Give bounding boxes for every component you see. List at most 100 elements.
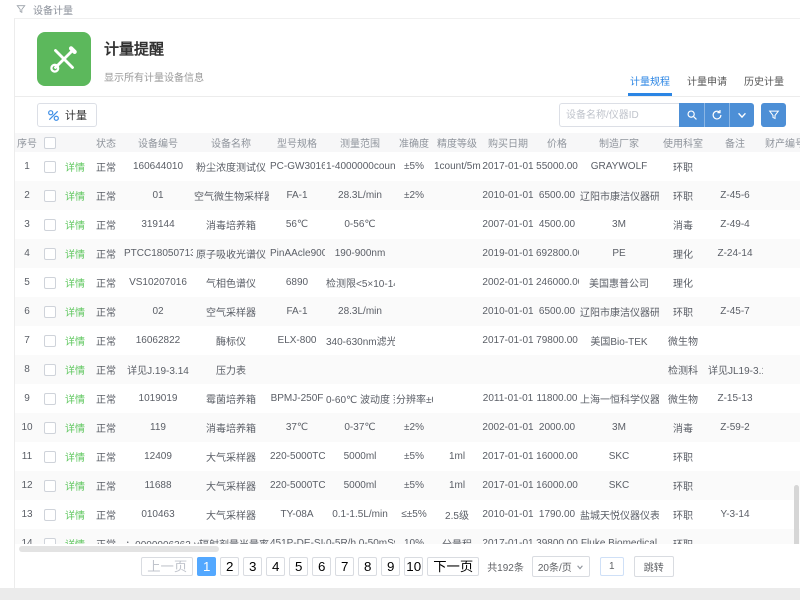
row-checkbox[interactable] xyxy=(44,248,56,260)
row-checkbox[interactable] xyxy=(39,239,61,268)
detail-link[interactable]: 详情 xyxy=(61,500,89,529)
remark: Z-15-13 xyxy=(707,384,763,413)
row-checkbox[interactable] xyxy=(39,326,61,355)
detail-link[interactable]: 详情 xyxy=(65,424,85,435)
page-size-select[interactable]: 20条/页 xyxy=(532,556,590,577)
export-button[interactable] xyxy=(729,103,754,127)
page-number-8[interactable]: 8 xyxy=(358,557,377,576)
row-checkbox[interactable] xyxy=(44,364,56,376)
device-code: 详见J.19-3.14 xyxy=(123,355,193,384)
detail-link[interactable]: 详情 xyxy=(65,279,85,290)
page-number-10[interactable]: 10 xyxy=(404,557,423,576)
accuracy-value: ±2% xyxy=(395,181,433,210)
refresh-button[interactable] xyxy=(704,103,729,127)
detail-link[interactable]: 详情 xyxy=(61,239,89,268)
device-model: TY-08A xyxy=(269,500,325,529)
jump-button[interactable]: 跳转 xyxy=(634,556,674,577)
row-checkbox[interactable] xyxy=(44,190,56,202)
horizontal-scrollbar[interactable] xyxy=(19,546,219,552)
detail-link[interactable]: 详情 xyxy=(61,326,89,355)
select-all-checkbox[interactable] xyxy=(39,133,61,152)
device-name: 大气采样器 xyxy=(193,471,269,500)
detail-link[interactable]: 详情 xyxy=(65,482,85,493)
detail-link[interactable]: 详情 xyxy=(61,152,89,181)
row-checkbox[interactable] xyxy=(39,500,61,529)
measure-button[interactable]: 计量 xyxy=(37,103,97,127)
detail-link[interactable]: 详情 xyxy=(65,163,85,174)
row-checkbox[interactable] xyxy=(39,210,61,239)
row-checkbox[interactable] xyxy=(39,355,61,384)
detail-link[interactable]: 详情 xyxy=(61,471,89,500)
row-checkbox[interactable] xyxy=(44,161,56,173)
page-number-2[interactable]: 2 xyxy=(220,557,239,576)
page-number-5[interactable]: 5 xyxy=(289,557,308,576)
row-checkbox[interactable] xyxy=(39,297,61,326)
page-number-6[interactable]: 6 xyxy=(312,557,331,576)
prev-page-button[interactable]: 上一页 xyxy=(141,557,193,576)
col-header-6: 准确度 xyxy=(395,133,433,152)
row-checkbox[interactable] xyxy=(44,393,56,405)
tab-measure-rules[interactable]: 计量规程 xyxy=(628,67,672,96)
row-checkbox[interactable] xyxy=(39,268,61,297)
page-number-9[interactable]: 9 xyxy=(381,557,400,576)
detail-link[interactable]: 详情 xyxy=(61,210,89,239)
detail-link[interactable]: 详情 xyxy=(65,250,85,261)
row-checkbox[interactable] xyxy=(44,219,56,231)
page-number-4[interactable]: 4 xyxy=(266,557,285,576)
detail-link[interactable]: 详情 xyxy=(65,221,85,232)
price-value: 79800.00 xyxy=(535,326,579,355)
filter-button[interactable] xyxy=(761,103,786,127)
row-checkbox[interactable] xyxy=(44,277,56,289)
row-index: 10 xyxy=(15,413,39,442)
detail-link[interactable]: 详情 xyxy=(65,366,85,377)
row-checkbox[interactable] xyxy=(39,181,61,210)
detail-link[interactable]: 详情 xyxy=(65,511,85,522)
tab-measure-history[interactable]: 历史计量 xyxy=(742,67,786,96)
row-checkbox[interactable] xyxy=(44,422,56,434)
row-checkbox[interactable] xyxy=(39,529,61,544)
tab-measure-apply[interactable]: 计量申请 xyxy=(685,67,729,96)
page-number-7[interactable]: 7 xyxy=(335,557,354,576)
row-checkbox[interactable] xyxy=(44,480,56,492)
row-checkbox[interactable] xyxy=(44,335,56,347)
detail-link[interactable]: 详情 xyxy=(65,337,85,348)
row-checkbox[interactable] xyxy=(39,152,61,181)
detail-link[interactable]: 详情 xyxy=(61,413,89,442)
detail-link[interactable]: 详情 xyxy=(61,529,89,544)
module-icon xyxy=(37,32,91,86)
search-input[interactable] xyxy=(559,103,679,127)
detail-link[interactable]: 详情 xyxy=(65,395,85,406)
row-checkbox[interactable] xyxy=(44,306,56,318)
detail-link[interactable]: 详情 xyxy=(65,192,85,203)
vertical-scrollbar[interactable] xyxy=(794,485,799,544)
row-checkbox[interactable] xyxy=(44,509,56,521)
row-checkbox[interactable] xyxy=(44,451,56,463)
detail-link[interactable]: 详情 xyxy=(65,308,85,319)
department: 环职 xyxy=(659,500,707,529)
table-row: 14详情正常：0000006362γ辐射剂量当量率仪451P-DE-SI-RYR… xyxy=(15,529,800,544)
device-model: FA-1 xyxy=(269,181,325,210)
row-checkbox[interactable] xyxy=(39,384,61,413)
detail-link[interactable]: 详情 xyxy=(61,442,89,471)
detail-link[interactable]: 详情 xyxy=(61,268,89,297)
detail-link[interactable]: 详情 xyxy=(65,453,85,464)
remark xyxy=(707,471,763,500)
detail-link[interactable]: 详情 xyxy=(61,384,89,413)
select-all-checkbox[interactable] xyxy=(44,137,56,149)
device-name: γ辐射剂量当量率仪 xyxy=(193,529,269,544)
page-number-1[interactable]: 1 xyxy=(197,557,216,576)
detail-link[interactable]: 详情 xyxy=(61,181,89,210)
row-checkbox[interactable] xyxy=(39,471,61,500)
jump-page-input[interactable] xyxy=(600,557,624,576)
detail-link[interactable]: 详情 xyxy=(61,355,89,384)
row-checkbox[interactable] xyxy=(39,442,61,471)
search-button[interactable] xyxy=(679,103,704,127)
next-page-button[interactable]: 下一页 xyxy=(427,557,479,576)
row-checkbox[interactable] xyxy=(39,413,61,442)
magnifier-icon xyxy=(686,109,698,121)
page-number-3[interactable]: 3 xyxy=(243,557,262,576)
accuracy-value: ±5% xyxy=(395,442,433,471)
col-header-2: 设备编号 xyxy=(123,133,193,152)
detail-link[interactable]: 详情 xyxy=(61,297,89,326)
funnel-icon xyxy=(768,109,780,121)
